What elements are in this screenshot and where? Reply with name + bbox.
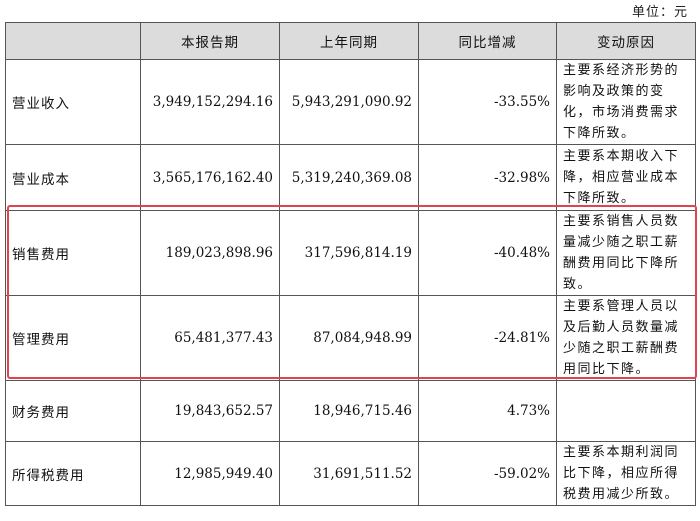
row-current: 19,843,652.57	[140, 380, 280, 442]
row-item: 管理费用	[5, 295, 141, 381]
row-prior: 31,691,511.52	[279, 441, 419, 506]
row-reason: 主要系管理人员以及后勤人员数量减少随之职工薪酬费用同比下降。	[556, 295, 696, 381]
header-item	[5, 22, 141, 60]
row-item: 销售费用	[5, 210, 141, 296]
row-item: 营业成本	[5, 144, 141, 211]
row-prior: 5,319,240,369.08	[279, 144, 419, 211]
table-row: 营业成本 3,565,176,162.40 5,319,240,369.08 -…	[5, 144, 696, 211]
row-current: 3,949,152,294.16	[140, 59, 280, 145]
table-row: 营业收入 3,949,152,294.16 5,943,291,090.92 -…	[5, 59, 696, 145]
table-row: 财务费用 19,843,652.57 18,946,715.46 4.73%	[5, 380, 696, 442]
header-change-reason: 变动原因	[556, 22, 696, 60]
row-change: -40.48%	[418, 210, 557, 296]
header-yoy-change: 同比增减	[418, 22, 557, 60]
row-change: -33.55%	[418, 59, 557, 145]
financial-change-table: 本报告期 上年同期 同比增减 变动原因 营业收入 3,949,152,294.1…	[5, 22, 696, 506]
row-reason: 主要系本期利润同比下降，相应所得税费用减少所致。	[556, 441, 696, 506]
table-row: 所得税费用 12,985,949.40 31,691,511.52 -59.02…	[5, 441, 696, 506]
row-item: 营业收入	[5, 59, 141, 145]
row-reason: 主要系本期收入下降，相应营业成本下降所致。	[556, 144, 696, 211]
row-prior: 5,943,291,090.92	[279, 59, 419, 145]
row-change: -24.81%	[418, 295, 557, 381]
row-prior: 18,946,715.46	[279, 380, 419, 442]
row-prior: 317,596,814.19	[279, 210, 419, 296]
header-prior-period: 上年同期	[279, 22, 419, 60]
row-item: 财务费用	[5, 380, 141, 442]
row-change: 4.73%	[418, 380, 557, 442]
row-change: -59.02%	[418, 441, 557, 506]
row-prior: 87,084,948.99	[279, 295, 419, 381]
row-reason	[556, 380, 696, 442]
row-reason: 主要系销售人员数量减少随之职工薪酬费用同比下降所致。	[556, 210, 696, 296]
row-current: 189,023,898.96	[140, 210, 280, 296]
row-item: 所得税费用	[5, 441, 141, 506]
row-current: 12,985,949.40	[140, 441, 280, 506]
table-row: 销售费用 189,023,898.96 317,596,814.19 -40.4…	[5, 210, 696, 296]
row-reason: 主要系经济形势的影响及政策的变化，市场消费需求下降所致。	[556, 59, 696, 145]
table-header-row: 本报告期 上年同期 同比增减 变动原因	[5, 22, 696, 60]
row-current: 3,565,176,162.40	[140, 144, 280, 211]
unit-label: 单位：元	[631, 5, 688, 20]
header-current-period: 本报告期	[140, 22, 280, 60]
row-current: 65,481,377.43	[140, 295, 280, 381]
table-row: 管理费用 65,481,377.43 87,084,948.99 -24.81%…	[5, 295, 696, 381]
row-change: -32.98%	[418, 144, 557, 211]
